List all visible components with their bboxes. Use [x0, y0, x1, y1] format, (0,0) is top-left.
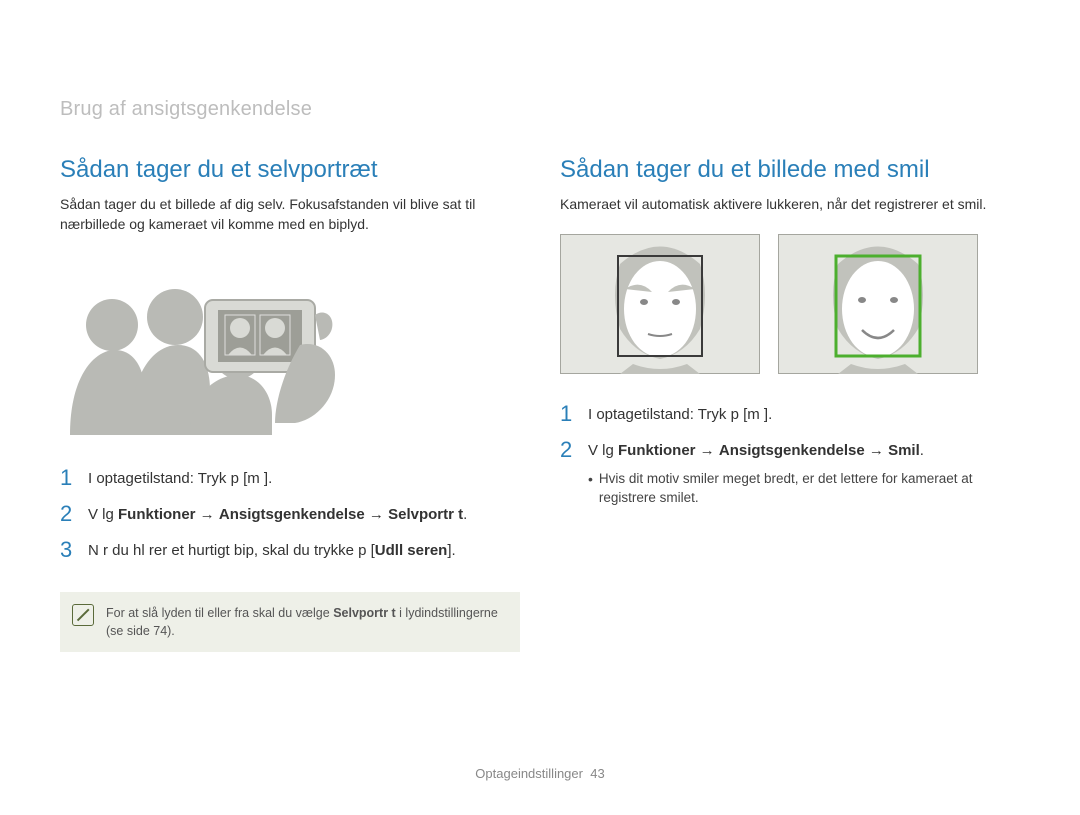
left-column: Sådan tager du et selvportræt Sådan tage… [60, 100, 520, 652]
step-text: I optagetilstand: Tryk p [m ]. [588, 402, 772, 426]
step-number: 2 [60, 502, 88, 526]
page-footer: Optageindstillinger 43 [0, 766, 1080, 781]
smile-photo-neutral [560, 234, 760, 374]
note-text: For at slå lyden til eller fra skal du v… [106, 604, 506, 640]
step-text: I optagetilstand: Tryk p [m ]. [88, 466, 272, 490]
selfie-illustration-svg [60, 255, 360, 435]
note-box: For at slå lyden til eller fra skal du v… [60, 592, 520, 652]
breadcrumb: Brug af ansigtsgenkendelse [60, 98, 312, 121]
selfie-illustration [60, 255, 520, 440]
right-steps: 1 I optagetilstand: Tryk p [m ]. 2 V lg … [560, 402, 1020, 474]
right-intro: Kameraet vil automatisk aktivere lukkere… [560, 194, 1020, 214]
smile-photo-smiling [778, 234, 978, 374]
note-icon [72, 604, 94, 626]
smile-photos [560, 234, 1020, 374]
step-number: 2 [560, 438, 588, 462]
left-intro: Sådan tager du et billede af dig selv. F… [60, 194, 520, 235]
step-text: V lg Funktioner → Ansigtsgenkendelse → S… [88, 502, 467, 526]
left-section-title: Sådan tager du et selvportræt [60, 156, 520, 184]
right-sub-bullet: Hvis dit motiv smiler meget bredt, er de… [588, 469, 1020, 508]
step-number: 1 [60, 466, 88, 490]
step-number: 3 [60, 538, 88, 562]
right-section-title: Sådan tager du et billede med smil [560, 156, 1020, 184]
footer-section: Optageindstillinger [475, 766, 583, 781]
left-steps: 1 I optagetilstand: Tryk p [m ]. 2 V lg … [60, 466, 520, 575]
step-number: 1 [560, 402, 588, 426]
step-text: V lg Funktioner → Ansigtsgenkendelse → S… [588, 438, 924, 462]
footer-page-number: 43 [590, 766, 604, 781]
right-column: Sådan tager du et billede med smil Kamer… [560, 100, 1020, 652]
step-text: N r du hl rer et hurtigt bip, skal du tr… [88, 538, 456, 562]
